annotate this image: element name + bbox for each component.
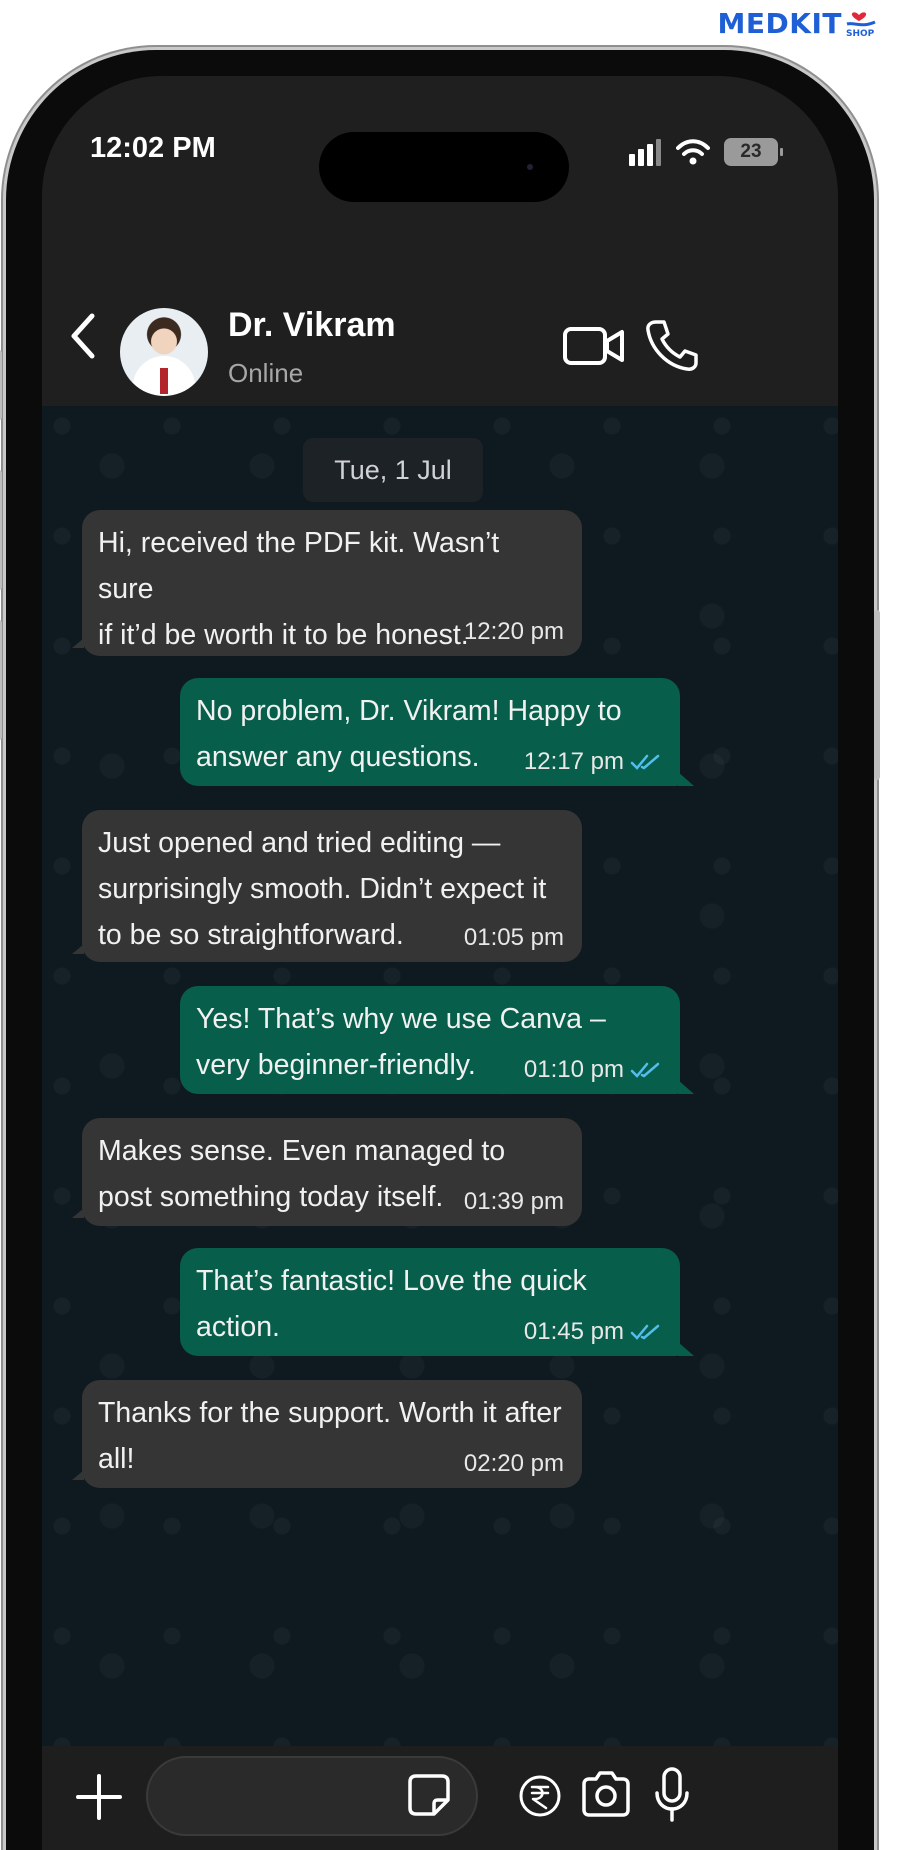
message-meta: 01:45 pm	[524, 1318, 662, 1346]
status-time: 12:02 PM	[90, 132, 216, 164]
wifi-icon	[676, 139, 710, 165]
video-call-icon[interactable]	[562, 321, 626, 371]
message-meta: 12:20 pm	[464, 618, 564, 646]
brand-suffix: SHOP	[846, 29, 875, 39]
outgoing-message[interactable]: No problem, Dr. Vikram! Happy to answer …	[180, 678, 694, 786]
phone-screen: 12:02 PM 23 Dr. Vikram Online Tue, 1 Jul…	[42, 76, 838, 1850]
contact-status: Online	[228, 358, 304, 388]
back-chevron-icon[interactable]	[62, 306, 102, 366]
brand-name: MEDKIT	[717, 6, 842, 40]
side-button	[0, 620, 2, 740]
side-button	[0, 470, 2, 590]
date-chip: Tue, 1 Jul	[303, 438, 483, 502]
message-time: 12:20 pm	[463, 618, 564, 645]
plus-icon[interactable]	[74, 1772, 124, 1822]
message-time: 01:45 pm	[523, 1318, 624, 1345]
message-meta: 01:10 pm	[524, 1056, 662, 1084]
outgoing-message[interactable]: That’s fantastic! Love the quick action.…	[180, 1248, 694, 1356]
message-meta: 01:05 pm	[464, 924, 564, 952]
system-icons: 23	[628, 138, 783, 166]
side-button	[874, 610, 880, 780]
battery-indicator: 23	[724, 138, 783, 166]
chat-area[interactable]: Tue, 1 Jul Hi, received the PDF kit. Was…	[42, 406, 838, 1746]
read-ticks-icon	[630, 754, 660, 770]
message-time: 01:39 pm	[463, 1188, 564, 1215]
read-ticks-icon	[630, 1324, 660, 1340]
message-meta: 12:17 pm	[524, 748, 662, 776]
side-button	[0, 350, 2, 420]
dynamic-island	[319, 132, 569, 202]
message-time: 01:05 pm	[463, 924, 564, 951]
message-time: 01:10 pm	[523, 1056, 624, 1083]
message-meta: 01:39 pm	[464, 1188, 564, 1216]
chat-header: Dr. Vikram Online	[42, 206, 838, 406]
cellular-signal-icon	[629, 139, 661, 166]
phone-frame: 12:02 PM 23 Dr. Vikram Online Tue, 1 Jul…	[0, 50, 880, 1850]
phone-call-icon[interactable]	[642, 316, 698, 372]
input-bar	[42, 1746, 838, 1850]
outgoing-message[interactable]: Yes! That’s why we use Canva – very begi…	[180, 986, 694, 1094]
rupee-icon[interactable]	[518, 1774, 562, 1818]
message-meta: 02:20 pm	[464, 1450, 564, 1478]
camera-icon[interactable]	[580, 1770, 632, 1818]
microphone-icon[interactable]	[652, 1766, 692, 1824]
message-time: 02:20 pm	[463, 1450, 564, 1477]
status-bar: 12:02 PM 23	[42, 76, 838, 206]
message-time: 12:17 pm	[523, 748, 624, 775]
read-ticks-icon	[630, 1062, 660, 1078]
incoming-message[interactable]: Thanks for the support. Worth it after a…	[72, 1380, 582, 1488]
incoming-message[interactable]: Just opened and tried editing — surprisi…	[72, 810, 582, 962]
hand-heart-icon	[846, 12, 876, 27]
battery-level: 23	[740, 141, 762, 162]
incoming-message[interactable]: Makes sense. Even managed to post someth…	[72, 1118, 582, 1226]
avatar[interactable]	[120, 308, 208, 396]
brand-suffix-mark: SHOP	[844, 6, 878, 40]
sticker-icon[interactable]	[406, 1772, 452, 1818]
contact-name[interactable]: Dr. Vikram	[228, 306, 396, 345]
incoming-message[interactable]: Hi, received the PDF kit. Wasn’t sure if…	[72, 510, 582, 656]
medkit-logo: MEDKIT SHOP	[718, 6, 878, 40]
